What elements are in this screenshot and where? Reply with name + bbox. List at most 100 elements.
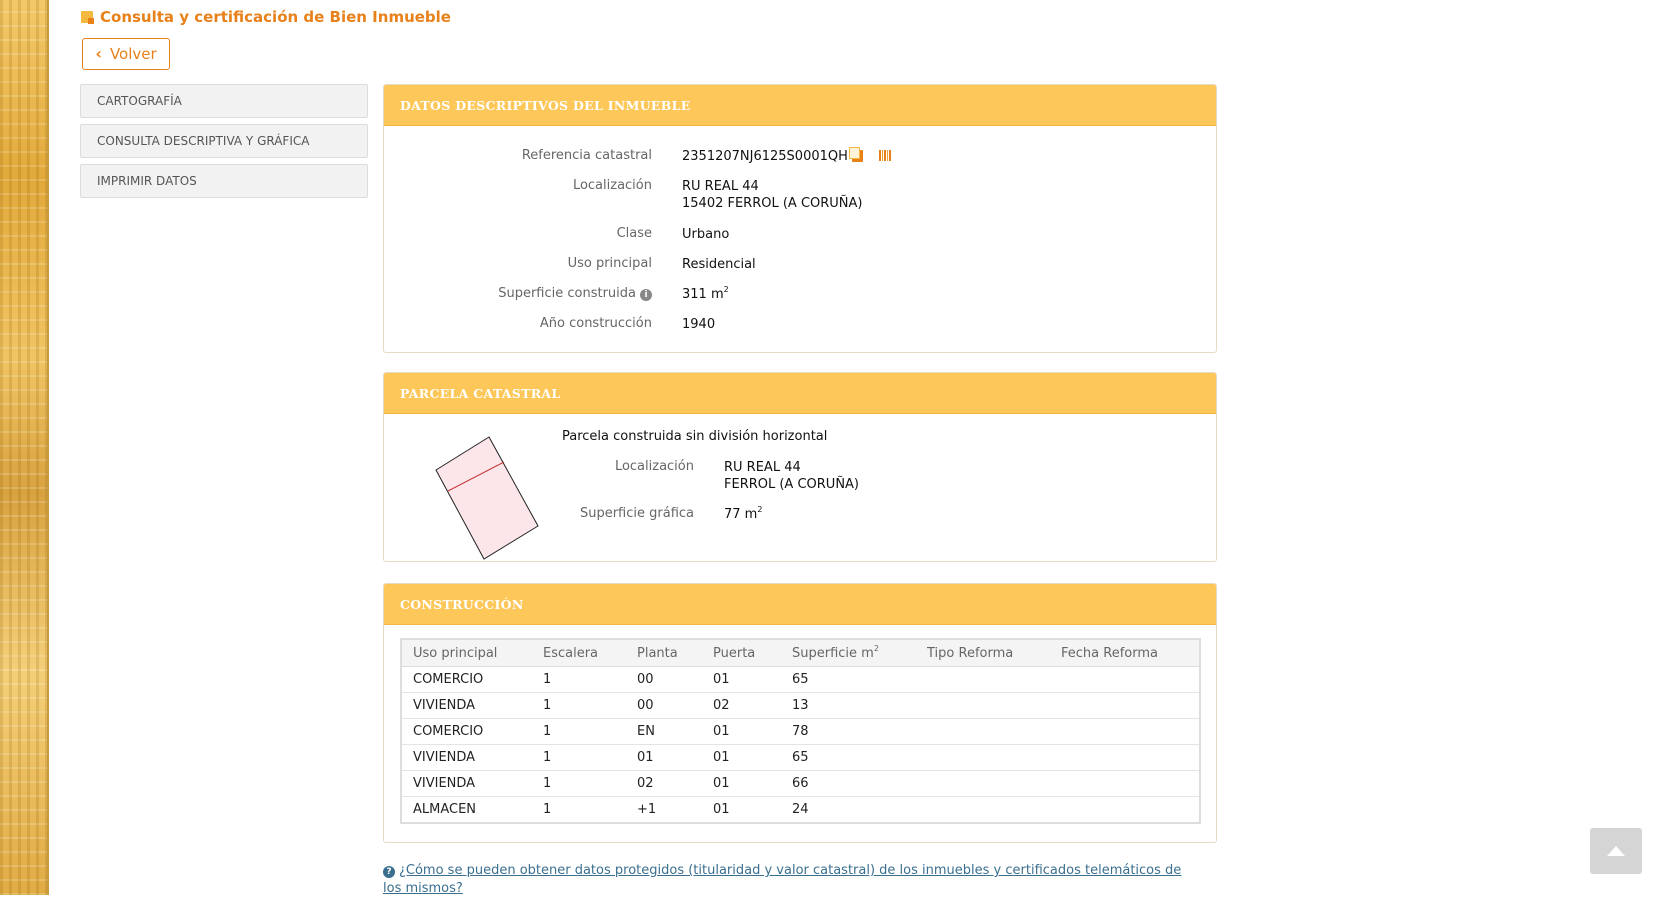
table-cell: 01 xyxy=(626,744,702,771)
localizacion-line1: RU REAL 44 xyxy=(682,179,759,194)
menu-item-label: CARTOGRAFÍA xyxy=(97,94,182,108)
table-cell: 1 xyxy=(532,796,626,823)
table-cell xyxy=(1050,692,1200,719)
table-cell xyxy=(1050,744,1200,771)
menu-item-imprimir-datos[interactable]: IMPRIMIR DATOS xyxy=(80,164,368,198)
info-icon[interactable]: i xyxy=(640,289,652,301)
chevron-up-icon xyxy=(1607,846,1625,856)
clase-label: Clase xyxy=(616,226,652,241)
menu-item-label: IMPRIMIR DATOS xyxy=(97,174,197,188)
anio-value: 1940 xyxy=(682,317,716,332)
table-cell: 01 xyxy=(702,744,781,771)
table-cell: 01 xyxy=(702,718,781,745)
column-header: Planta xyxy=(626,639,702,667)
parcel-map-thumbnail[interactable] xyxy=(434,435,554,562)
parcela-localizacion-line2: FERROL (A CORUÑA) xyxy=(724,477,860,492)
parcela-superficie-value: 77 m xyxy=(724,507,758,522)
table-row: VIVIENDA 1 01 01 65 xyxy=(401,744,1200,771)
parcela-superficie-sup: 2 xyxy=(757,505,763,514)
table-cell: 01 xyxy=(702,770,781,797)
table-cell: 65 xyxy=(781,666,916,693)
table-cell: 1 xyxy=(532,770,626,797)
barcode-icon[interactable] xyxy=(878,150,892,161)
table-cell: VIVIENDA xyxy=(401,744,532,771)
copy-icon[interactable] xyxy=(848,147,863,162)
uso-label: Uso principal xyxy=(567,256,652,271)
referencia-value: 2351207NJ6125S0001QH xyxy=(682,149,848,164)
superficie-value: 311 m xyxy=(682,287,724,302)
construccion-table: Uso principal Escalera Planta Puerta Sup… xyxy=(400,638,1201,824)
parcela-superficie-label: Superficie gráfica xyxy=(579,506,694,521)
construccion-panel: CONSTRUCCIÓN Uso principal Escalera Plan… xyxy=(383,583,1217,843)
parcela-localizacion-value: RU REAL 44 FERROL (A CORUÑA) xyxy=(724,459,859,493)
referencia-label: Referencia catastral xyxy=(521,148,652,163)
localizacion-value: RU REAL 44 15402 FERROL (A CORUÑA) xyxy=(682,178,863,212)
scroll-to-top-button[interactable] xyxy=(1590,828,1642,874)
localizacion-label: Localización xyxy=(572,178,652,193)
table-cell xyxy=(1050,770,1200,797)
table-row: VIVIENDA 1 02 01 66 xyxy=(401,770,1200,797)
table-cell: EN xyxy=(626,718,702,745)
table-cell: COMERCIO xyxy=(401,718,532,745)
question-icon: ? xyxy=(383,866,395,878)
table-cell: COMERCIO xyxy=(401,666,532,693)
back-button[interactable]: ‹ Volver xyxy=(82,38,170,70)
table-row: VIVIENDA 1 00 02 13 xyxy=(401,692,1200,719)
table-cell: 1 xyxy=(532,666,626,693)
document-icon xyxy=(81,11,94,24)
page-title-text: Consulta y certificación de Bien Inmuebl… xyxy=(100,8,451,26)
column-header-sup: 2 xyxy=(873,643,879,653)
parcela-superficie-value-group: 77 m2 xyxy=(724,506,762,523)
table-row: COMERCIO 1 00 01 65 xyxy=(401,666,1200,693)
table-cell xyxy=(1050,796,1200,823)
clase-value: Urbano xyxy=(682,227,730,242)
superficie-label: Superficie construida xyxy=(498,286,636,301)
column-header: Tipo Reforma xyxy=(916,639,1050,667)
column-header: Uso principal xyxy=(401,639,532,667)
table-cell: 00 xyxy=(626,666,702,693)
table-cell: 66 xyxy=(781,770,916,797)
table-cell: +1 xyxy=(626,796,702,823)
page-title: Consulta y certificación de Bien Inmuebl… xyxy=(81,8,451,26)
table-cell: 78 xyxy=(781,718,916,745)
referencia-value-group: 2351207NJ6125S0001QH xyxy=(682,147,892,165)
localizacion-line2: 15402 FERROL (A CORUÑA) xyxy=(682,196,863,211)
table-cell: 24 xyxy=(781,796,916,823)
column-header: Escalera xyxy=(532,639,626,667)
uso-value: Residencial xyxy=(682,257,756,272)
table-cell: 02 xyxy=(702,692,781,719)
column-header-superficie: Superficie m2 xyxy=(781,639,916,667)
table-cell: ALMACEN xyxy=(401,796,532,823)
panel-header: CONSTRUCCIÓN xyxy=(384,584,1216,625)
parcela-localizacion-line1: RU REAL 44 xyxy=(724,460,801,475)
table-cell: 02 xyxy=(626,770,702,797)
table-cell xyxy=(916,770,1050,797)
panel-header: DATOS DESCRIPTIVOS DEL INMUEBLE xyxy=(384,85,1216,126)
parcela-subtitle-row: Parcela construida sin división horizont… xyxy=(562,429,827,444)
superficie-sup: 2 xyxy=(723,285,729,294)
anio-label: Año construcción xyxy=(539,316,652,331)
table-cell xyxy=(916,666,1050,693)
table-cell: 01 xyxy=(702,796,781,823)
table-cell xyxy=(916,744,1050,771)
datos-descriptivos-panel: DATOS DESCRIPTIVOS DEL INMUEBLE Referenc… xyxy=(383,84,1217,353)
table-cell xyxy=(1050,718,1200,745)
table-cell: 13 xyxy=(781,692,916,719)
table-cell: 00 xyxy=(626,692,702,719)
table-cell: 1 xyxy=(532,718,626,745)
table-cell: 1 xyxy=(532,744,626,771)
table-cell: VIVIENDA xyxy=(401,770,532,797)
side-menu: CARTOGRAFÍA CONSULTA DESCRIPTIVA Y GRÁFI… xyxy=(80,84,368,204)
help-link[interactable]: ? ¿Cómo se pueden obtener datos protegido… xyxy=(383,862,1183,898)
help-link-text[interactable]: ¿Cómo se pueden obtener datos protegidos… xyxy=(383,863,1181,896)
panel-header: PARCELA CATASTRAL xyxy=(384,373,1216,414)
menu-item-consulta-descriptiva[interactable]: CONSULTA DESCRIPTIVA Y GRÁFICA xyxy=(80,124,368,158)
table-cell: VIVIENDA xyxy=(401,692,532,719)
table-header-row: Uso principal Escalera Planta Puerta Sup… xyxy=(401,639,1200,667)
chevron-left-icon: ‹ xyxy=(95,44,102,63)
menu-item-cartografia[interactable]: CARTOGRAFÍA xyxy=(80,84,368,118)
parcela-subtitle: Parcela construida sin división horizont… xyxy=(562,429,828,444)
menu-item-label: CONSULTA DESCRIPTIVA Y GRÁFICA xyxy=(97,134,310,148)
table-body: COMERCIO 1 00 01 65 VIVIENDA 1 00 02 13 COMERCIO 1 E… xyxy=(401,666,1200,823)
table-cell: 01 xyxy=(702,666,781,693)
